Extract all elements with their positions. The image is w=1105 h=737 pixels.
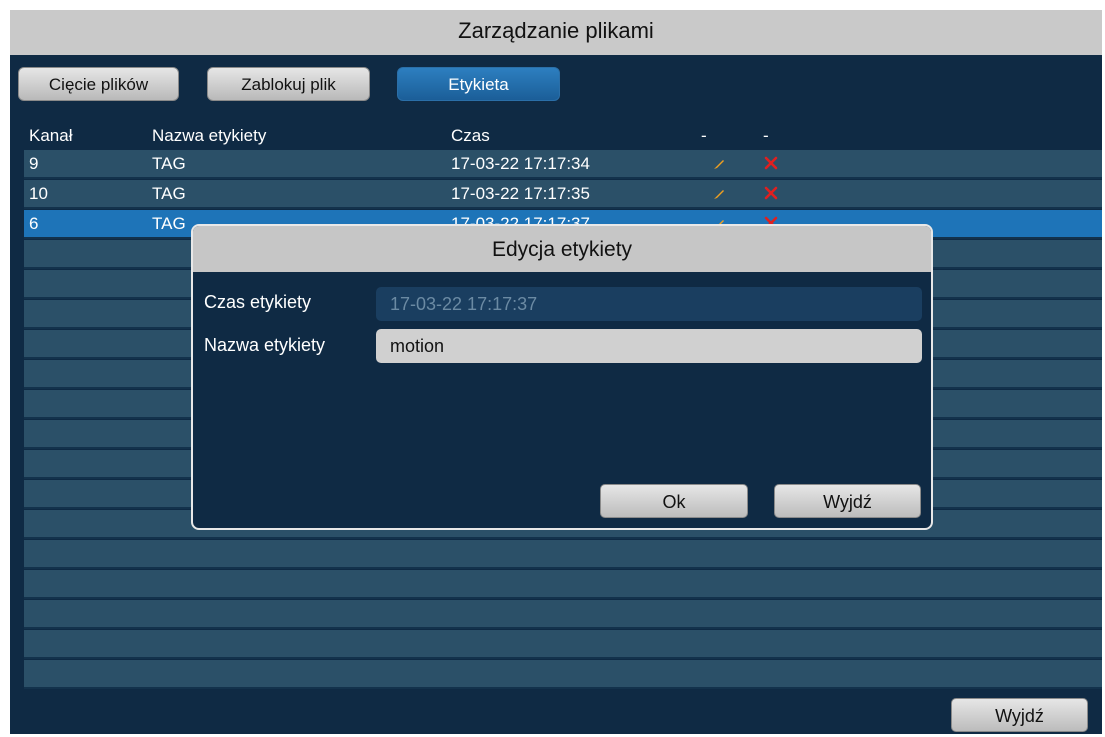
empty-row (24, 540, 1102, 569)
window-title: Zarządzanie plikami (10, 10, 1102, 55)
pencil-icon[interactable] (711, 156, 727, 172)
empty-row (24, 600, 1102, 629)
tab-file-cut[interactable]: Cięcie plików (18, 67, 179, 101)
pencil-icon[interactable] (711, 186, 727, 202)
cell-channel: 6 (29, 214, 39, 233)
tag-name-label: Nazwa etykiety (204, 335, 326, 355)
dialog-title: Edycja etykiety (193, 226, 931, 272)
edit-tag-dialog: Edycja etykiety Czas etykiety 17-03-22 1… (191, 224, 933, 530)
column-header-time: Czas (451, 126, 490, 145)
cell-tag-name: TAG (152, 154, 186, 173)
column-header-delete: - (763, 126, 769, 145)
empty-row (24, 630, 1102, 659)
tag-time-label: Czas etykiety (204, 292, 312, 312)
tab-lock-file[interactable]: Zablokuj plik (207, 67, 370, 101)
empty-row (24, 660, 1102, 689)
column-header-edit: - (701, 126, 707, 145)
delete-x-icon[interactable] (762, 154, 780, 172)
exit-button[interactable]: Wyjdź (951, 698, 1088, 732)
tag-time-field: 17-03-22 17:17:37 (376, 287, 922, 321)
cell-tag-name: TAG (152, 214, 186, 233)
empty-row (24, 570, 1102, 599)
cell-channel: 9 (29, 154, 39, 173)
tag-name-input[interactable]: motion (376, 329, 922, 363)
table-row[interactable]: 10 TAG 17-03-22 17:17:35 (24, 180, 1102, 209)
column-header-channel: Kanał (29, 126, 73, 145)
table-header: Kanał Nazwa etykiety Czas - - (24, 121, 1102, 150)
cell-tag-name: TAG (152, 184, 186, 203)
cell-time: 17-03-22 17:17:35 (451, 184, 590, 203)
column-header-tag-name: Nazwa etykiety (152, 126, 267, 145)
tab-tag[interactable]: Etykieta (397, 67, 560, 101)
delete-x-icon[interactable] (762, 184, 780, 202)
dialog-exit-button[interactable]: Wyjdź (774, 484, 921, 518)
ok-button[interactable]: Ok (600, 484, 748, 518)
cell-time: 17-03-22 17:17:34 (451, 154, 590, 173)
table-row[interactable]: 9 TAG 17-03-22 17:17:34 (24, 150, 1102, 179)
cell-channel: 10 (29, 184, 48, 203)
